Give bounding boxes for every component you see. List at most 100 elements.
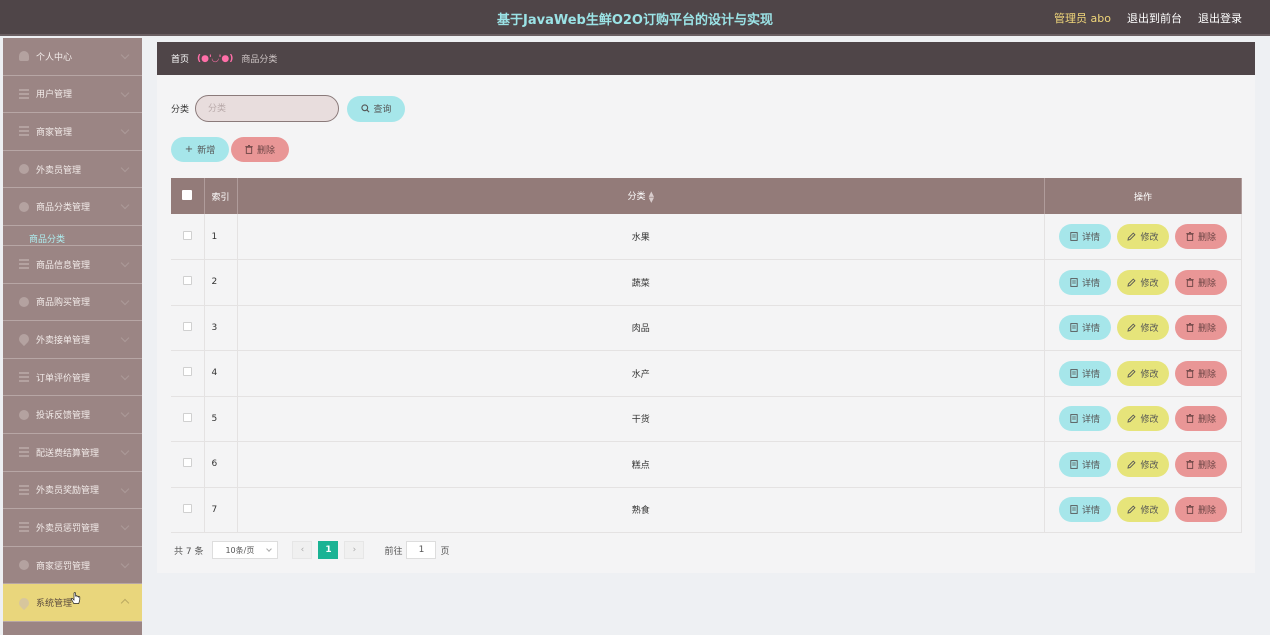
search-bar: 分类 查询 bbox=[171, 95, 406, 122]
circle-icon bbox=[19, 409, 29, 420]
row-checkbox[interactable] bbox=[182, 367, 192, 377]
row-operations: 详情 修改 删除 bbox=[1044, 396, 1242, 442]
detail-button[interactable]: 详情 bbox=[1059, 406, 1111, 432]
breadcrumb-home[interactable]: 首页 bbox=[171, 52, 189, 65]
edit-button[interactable]: 修改 bbox=[1117, 315, 1169, 341]
detail-button[interactable]: 详情 bbox=[1059, 360, 1111, 386]
sidebar-item-label: 商品分类管理 bbox=[36, 203, 91, 214]
detail-button[interactable]: 详情 bbox=[1059, 269, 1111, 295]
table-row: 6 糕点 详情 修改 删除 bbox=[171, 441, 1242, 488]
delete-button[interactable]: 删除 bbox=[1175, 406, 1227, 432]
goto-page-input[interactable]: 1 bbox=[406, 541, 437, 559]
chevron-down-icon bbox=[120, 371, 130, 380]
sidebar-item-reviews[interactable]: 订单评价管理 bbox=[3, 359, 142, 397]
detail-button-label: 详情 bbox=[1081, 278, 1100, 289]
search-icon bbox=[360, 104, 369, 113]
front-page-link[interactable]: 退出到前台 bbox=[1127, 10, 1182, 26]
delete-button[interactable]: 删除 bbox=[1175, 451, 1227, 477]
row-action-group: 详情 修改 删除 bbox=[1045, 406, 1241, 432]
delete-button-label: 删除 bbox=[1197, 460, 1216, 471]
next-page-button[interactable]: › bbox=[344, 541, 365, 559]
row-checkbox[interactable] bbox=[182, 230, 192, 240]
sidebar-item-users[interactable]: 用户管理 bbox=[3, 76, 142, 114]
row-checkbox-cell bbox=[171, 214, 205, 260]
list-icon bbox=[19, 259, 29, 270]
add-button[interactable]: + 新增 bbox=[171, 137, 229, 162]
row-checkbox-cell bbox=[171, 396, 205, 442]
bulk-delete-button[interactable]: 删除 bbox=[231, 137, 289, 162]
page-size-select[interactable]: 10条/页 bbox=[212, 541, 279, 559]
sort-icon[interactable]: ▲ ▼ bbox=[649, 190, 654, 203]
page-number-1[interactable]: 1 bbox=[318, 541, 339, 559]
document-icon bbox=[1070, 323, 1078, 333]
header-index: 索引 bbox=[204, 178, 238, 214]
detail-button[interactable]: 详情 bbox=[1059, 224, 1111, 249]
breadcrumb-current: 商品分类 bbox=[241, 55, 278, 65]
detail-button[interactable]: 详情 bbox=[1059, 497, 1111, 523]
pencil-icon bbox=[1127, 505, 1137, 514]
admin-label: 管理员 abo bbox=[1054, 12, 1111, 25]
add-button-label: 新增 bbox=[197, 146, 216, 156]
sidebar-item-personal-center[interactable]: 个人中心 bbox=[3, 38, 142, 76]
sidebar-item-delivery-orders[interactable]: 外卖接单管理 bbox=[3, 321, 142, 359]
sidebar-item-label: 个人中心 bbox=[36, 52, 73, 63]
row-checkbox[interactable] bbox=[182, 458, 192, 468]
sidebar-item-courier-penalties[interactable]: 外卖员惩罚管理 bbox=[3, 509, 142, 547]
chevron-down-icon bbox=[120, 163, 130, 173]
sidebar-item-purchases[interactable]: 商品购买管理 bbox=[3, 284, 142, 322]
row-action-group: 详情 修改 删除 bbox=[1045, 269, 1241, 295]
search-button[interactable]: 查询 bbox=[347, 95, 406, 122]
sidebar-item-courier-rewards[interactable]: 外卖员奖励管理 bbox=[3, 472, 142, 510]
list-icon bbox=[19, 372, 29, 383]
trash-icon bbox=[245, 145, 253, 154]
edit-button[interactable]: 修改 bbox=[1117, 360, 1169, 386]
breadcrumb-separator: (●'◡'●) bbox=[197, 53, 234, 64]
pencil-icon bbox=[1127, 414, 1137, 423]
edit-button[interactable]: 修改 bbox=[1117, 224, 1169, 249]
sidebar-item-merchant-penalties[interactable]: 商家惩罚管理 bbox=[3, 547, 142, 585]
sidebar-subitem-category[interactable]: 商品分类 bbox=[3, 226, 142, 246]
detail-button[interactable]: 详情 bbox=[1059, 315, 1111, 341]
sidebar-item-category-management[interactable]: 商品分类管理 bbox=[3, 188, 142, 226]
sidebar-item-delivery-fee[interactable]: 配送费结算管理 bbox=[3, 434, 142, 472]
sidebar-item-product-info[interactable]: 商品信息管理 bbox=[3, 246, 142, 284]
delete-button[interactable]: 删除 bbox=[1175, 269, 1227, 295]
document-icon bbox=[1070, 232, 1078, 241]
detail-button-label: 详情 bbox=[1081, 415, 1100, 426]
edit-button[interactable]: 修改 bbox=[1117, 406, 1169, 432]
chevron-down-icon bbox=[120, 559, 130, 568]
edit-button[interactable]: 修改 bbox=[1117, 497, 1169, 523]
sidebar-item-merchants[interactable]: 商家管理 bbox=[3, 113, 142, 151]
delete-button[interactable]: 删除 bbox=[1175, 360, 1227, 386]
row-checkbox[interactable] bbox=[182, 321, 192, 331]
document-icon bbox=[1070, 277, 1078, 287]
row-checkbox-cell bbox=[171, 441, 205, 488]
row-category: 肉品 bbox=[237, 305, 1045, 351]
hand-cursor-icon bbox=[71, 592, 81, 604]
row-action-group: 详情 修改 删除 bbox=[1045, 315, 1241, 341]
row-operations: 详情 修改 删除 bbox=[1044, 214, 1242, 260]
row-checkbox[interactable] bbox=[182, 503, 192, 513]
edit-button[interactable]: 修改 bbox=[1117, 269, 1169, 295]
detail-button[interactable]: 详情 bbox=[1059, 451, 1111, 477]
edit-button[interactable]: 修改 bbox=[1117, 451, 1169, 477]
detail-button-label: 详情 bbox=[1081, 324, 1100, 335]
category-search-input[interactable] bbox=[195, 95, 340, 122]
prev-page-button[interactable]: ‹ bbox=[292, 541, 313, 559]
sidebar-item-couriers[interactable]: 外卖员管理 bbox=[3, 151, 142, 189]
logout-link[interactable]: 退出登录 bbox=[1198, 10, 1242, 26]
select-all-checkbox[interactable] bbox=[182, 189, 193, 200]
goto-suffix: 页 bbox=[440, 546, 450, 557]
chevron-down-icon bbox=[120, 484, 130, 493]
delete-button[interactable]: 删除 bbox=[1175, 224, 1227, 249]
row-checkbox-cell bbox=[171, 305, 205, 351]
row-checkbox[interactable] bbox=[182, 412, 192, 422]
row-index: 7 bbox=[204, 487, 238, 533]
delete-button[interactable]: 删除 bbox=[1175, 315, 1227, 341]
delete-button[interactable]: 删除 bbox=[1175, 497, 1227, 523]
row-checkbox-cell bbox=[171, 259, 205, 306]
sidebar-item-complaints[interactable]: 投诉反馈管理 bbox=[3, 396, 142, 434]
bulk-delete-button-label: 删除 bbox=[256, 146, 275, 156]
row-checkbox[interactable] bbox=[182, 276, 192, 286]
header-category[interactable]: 分类 ▲ ▼ bbox=[237, 178, 1045, 214]
